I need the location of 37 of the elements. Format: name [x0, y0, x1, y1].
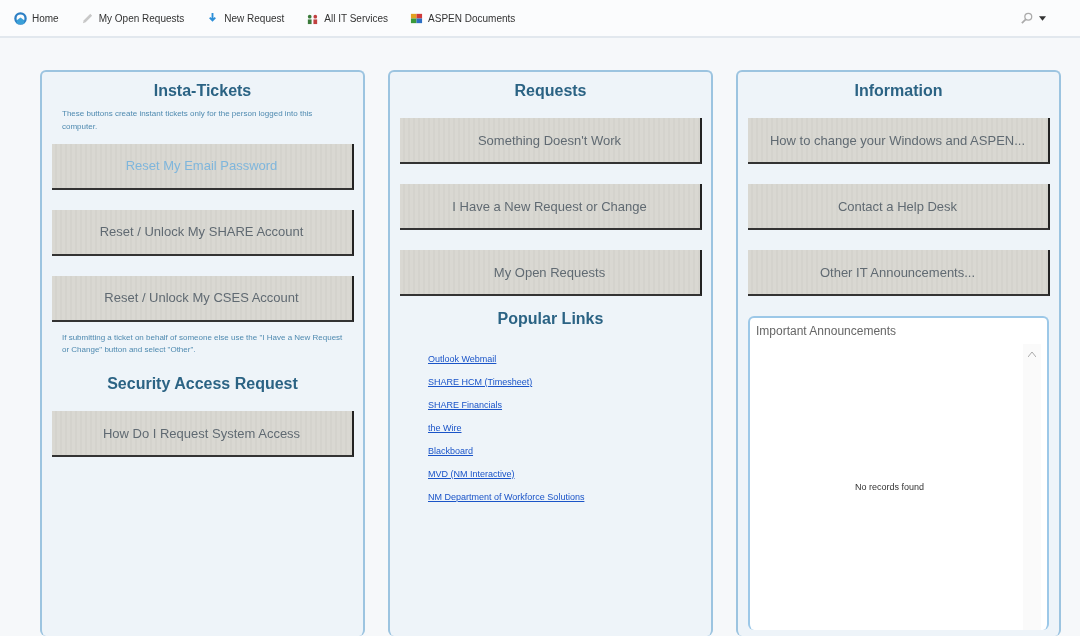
- section-heading: Information: [854, 82, 943, 100]
- scrollbar[interactable]: [1023, 344, 1041, 630]
- link[interactable]: Outlook Webmail: [428, 354, 673, 364]
- nav-link[interactable]: New Request: [206, 11, 285, 25]
- ticket-button[interactable]: Reset / Unlock My SHARE Account: [51, 209, 354, 256]
- section-heading: Requests: [514, 82, 587, 100]
- link[interactable]: Blackboard: [428, 446, 673, 456]
- caret-icon[interactable]: [1039, 15, 1046, 21]
- ticket-button[interactable]: How Do I Request System Access: [51, 411, 354, 458]
- nav-link[interactable]: My Open Requests: [80, 11, 185, 25]
- section-heading: Popular Links: [497, 310, 604, 328]
- ticket-button[interactable]: Reset / Unlock My CSES Account: [51, 275, 354, 322]
- link[interactable]: NM Department of Workforce Solutions: [428, 492, 673, 502]
- search-icon[interactable]: [1021, 12, 1033, 24]
- nav-link[interactable]: ASPEN Documents: [410, 11, 516, 25]
- nav-link[interactable]: Home: [14, 11, 59, 25]
- nav-link[interactable]: All IT Services: [306, 11, 389, 25]
- ticket-button[interactable]: Other IT Announcements...: [747, 250, 1050, 296]
- home-icon: [14, 11, 27, 25]
- ticket-button[interactable]: Contact a Help Desk: [747, 184, 1050, 230]
- empty-message: No records found: [854, 482, 924, 492]
- box-title: Important Announcements: [755, 323, 898, 340]
- ticket-button[interactable]: My Open Requests: [399, 250, 702, 296]
- link[interactable]: MVD (NM Interactive): [428, 469, 673, 479]
- section-heading: Insta-Tickets: [153, 82, 252, 100]
- help-text: These buttons create instant tickets only for the person logged into this computer.: [61, 108, 314, 133]
- ticket-button[interactable]: Something Doesn't Work: [399, 118, 702, 164]
- scroll-up-icon[interactable]: [1028, 352, 1036, 357]
- link[interactable]: the Wire: [428, 423, 673, 433]
- link[interactable]: SHARE Financials: [428, 400, 673, 410]
- section-heading: Security Access Request: [107, 375, 298, 394]
- grid-icon: [410, 11, 424, 25]
- pencil-icon: [80, 11, 94, 25]
- help-text: If submitting a ticket on behalf of someone else use the "I Have a New Request or Change" button and select "Other".: [61, 331, 344, 357]
- link[interactable]: SHARE HCM (Timesheet): [428, 377, 673, 387]
- ticket-button[interactable]: I Have a New Request or Change: [399, 184, 702, 230]
- ticket-button[interactable]: How to change your Windows and ASPEN...: [747, 118, 1050, 164]
